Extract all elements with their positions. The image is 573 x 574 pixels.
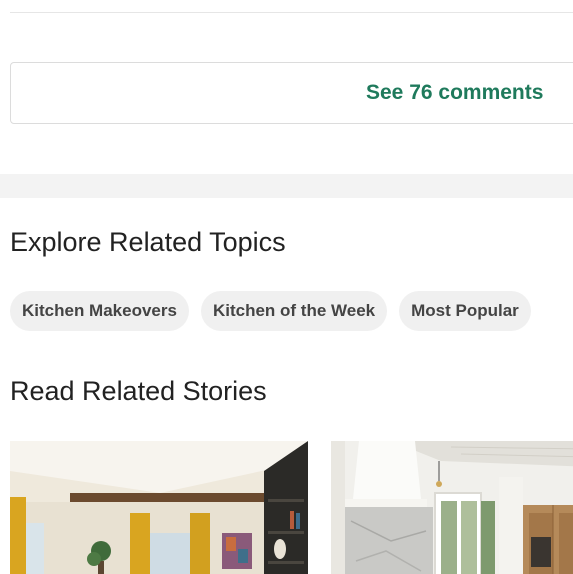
related-topics-heading: Explore Related Topics <box>10 227 286 257</box>
see-comments-link[interactable]: See 76 comments <box>366 81 543 105</box>
related-stories-heading: Read Related Stories <box>10 376 267 406</box>
topic-chip-kitchen-of-the-week[interactable]: Kitchen of the Week <box>200 291 388 331</box>
topic-chip-list: Kitchen Makeovers Kitchen of the Week Mo… <box>10 291 531 331</box>
divider <box>10 12 573 13</box>
story-image-living-room <box>10 441 308 574</box>
section-separator <box>0 174 573 198</box>
topic-chip-kitchen-makeovers[interactable]: Kitchen Makeovers <box>10 291 189 331</box>
comments-box[interactable]: See 76 comments <box>10 62 573 124</box>
story-card-1[interactable] <box>10 441 308 574</box>
page: See 76 comments Explore Related Topics K… <box>0 0 573 574</box>
topic-chip-most-popular[interactable]: Most Popular <box>399 291 531 331</box>
story-image-kitchen <box>331 441 573 574</box>
story-card-2[interactable] <box>331 441 573 574</box>
